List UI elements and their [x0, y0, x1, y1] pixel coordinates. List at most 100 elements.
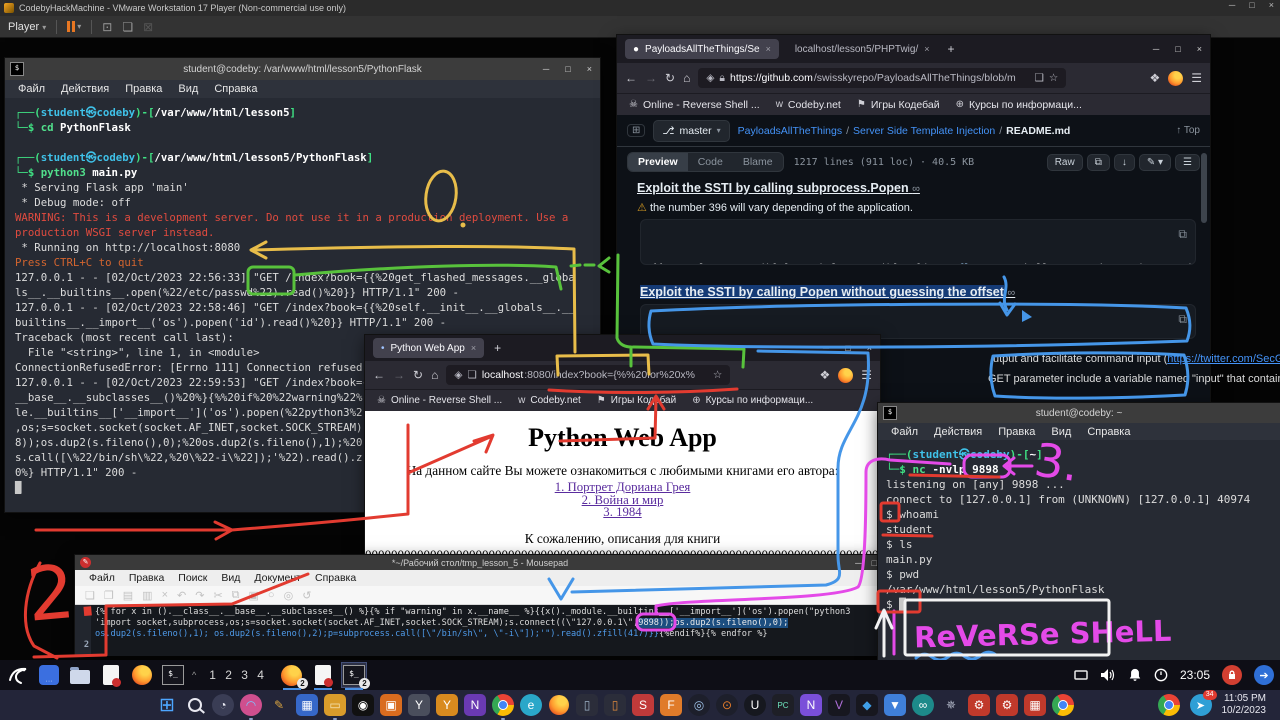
- mousepad-launcher-icon[interactable]: [99, 663, 123, 687]
- firefox-launcher-icon[interactable]: [130, 663, 154, 687]
- menu-item[interactable]: Справка: [1080, 426, 1137, 438]
- firefox-icon[interactable]: [548, 694, 570, 716]
- tab-preview[interactable]: Preview: [628, 153, 688, 171]
- pycharm-icon[interactable]: PC: [772, 694, 794, 716]
- blender-icon[interactable]: ⊙: [716, 694, 738, 716]
- pen-icon[interactable]: ✎: [268, 694, 290, 716]
- taskbutton-firefox[interactable]: 2: [280, 663, 304, 687]
- phone-orange-icon[interactable]: ▯: [604, 694, 626, 716]
- windows-clock[interactable]: 11:05 PM 10/2/2023: [1222, 693, 1267, 717]
- screenlock-icon[interactable]: [1222, 665, 1242, 685]
- bookmark-star-icon[interactable]: ☆: [713, 369, 722, 381]
- start-button[interactable]: ⊞: [156, 694, 178, 716]
- taskbutton-terminal[interactable]: $_2: [342, 663, 366, 687]
- url-bar[interactable]: ◈ ❏ localhost:8080/index?book={%%20for%2…: [446, 365, 730, 385]
- vscode-icon[interactable]: ◆: [856, 694, 878, 716]
- edge-icon[interactable]: e: [520, 694, 542, 716]
- book-link[interactable]: 1. Портрет Дориана Грея: [365, 481, 880, 494]
- outline-icon[interactable]: ☰: [1175, 154, 1200, 171]
- menu-item[interactable]: Правка: [123, 572, 170, 584]
- copy-icon[interactable]: ⧉: [1178, 226, 1187, 243]
- right-terminal-body[interactable]: ┌──(student㉿codeby)-[~]└─$ nc -nvlp 9898…: [878, 440, 1280, 667]
- new-tab-button[interactable]: +: [948, 42, 955, 56]
- menu-item[interactable]: Вид: [215, 572, 246, 584]
- top-link[interactable]: ↑ Top: [1176, 125, 1200, 136]
- menu-icon[interactable]: ☰: [1191, 71, 1202, 85]
- kali-menu-icon[interactable]: [6, 663, 30, 687]
- star-icon[interactable]: ✵: [940, 694, 962, 716]
- breadcrumb-repo[interactable]: PayloadsAllTheThings: [738, 125, 842, 137]
- visualstudio-icon[interactable]: V: [828, 694, 850, 716]
- scrollbar[interactable]: [1201, 153, 1207, 223]
- vm-maximize-button[interactable]: □: [1249, 0, 1254, 10]
- volume-icon[interactable]: [1100, 668, 1116, 682]
- menu-item[interactable]: Файл: [11, 83, 52, 95]
- calendar-icon[interactable]: ▦: [296, 694, 318, 716]
- search-icon[interactable]: [184, 694, 206, 716]
- bw-app-icon[interactable]: ◉: [352, 694, 374, 716]
- menu-icon[interactable]: ☰: [861, 368, 872, 382]
- maximize-button[interactable]: □: [1175, 44, 1180, 54]
- maximize-button[interactable]: □: [565, 64, 570, 74]
- maximize-button[interactable]: □: [845, 343, 850, 353]
- right-terminal-titlebar[interactable]: $ student@codeby: ~: [878, 403, 1280, 423]
- n-purple-icon[interactable]: N: [800, 694, 822, 716]
- menu-item[interactable]: Справка: [207, 83, 264, 95]
- vm-close-button[interactable]: ×: [1269, 0, 1274, 10]
- power-icon[interactable]: [1154, 668, 1168, 682]
- workspace-switcher[interactable]: 1 2 3 4: [209, 668, 267, 682]
- minimize-button[interactable]: ─: [1153, 44, 1159, 54]
- heading-subprocess-popen[interactable]: Exploit the SSTI by calling subprocess.P…: [637, 181, 920, 195]
- minimize-button[interactable]: ─: [543, 64, 549, 74]
- menu-item[interactable]: Действия: [54, 83, 116, 95]
- maps-icon[interactable]: ▼: [884, 694, 906, 716]
- new-tab-button[interactable]: +: [494, 341, 501, 355]
- tab-payloadsallthethings[interactable]: ● PayloadsAllTheThings/Se×: [625, 39, 779, 59]
- taskbutton-mousepad[interactable]: [311, 663, 335, 687]
- tab-close-icon[interactable]: ×: [471, 343, 476, 353]
- terminal-launcher-icon[interactable]: $_: [161, 663, 185, 687]
- y-app-icon[interactable]: Y: [408, 694, 430, 716]
- chrome-tray-icon[interactable]: [1158, 694, 1180, 716]
- bookmark-item[interactable]: ⚑Игры Кодебай: [857, 99, 940, 111]
- window-list-icon[interactable]: [1074, 669, 1088, 681]
- close-button[interactable]: ×: [587, 64, 592, 74]
- edit-icon[interactable]: ✎ ▾: [1139, 154, 1171, 171]
- f-orange-icon[interactable]: F: [660, 694, 682, 716]
- bookmark-item[interactable]: ⊕Курсы по информаци...: [956, 99, 1082, 111]
- bookmark-item[interactable]: ☠Online - Reverse Shell ...: [377, 395, 502, 406]
- tab-blame[interactable]: Blame: [733, 153, 783, 171]
- bookmark-item[interactable]: wCodeby.net: [518, 395, 581, 406]
- minimize-button[interactable]: ─: [855, 558, 861, 568]
- explorer-icon[interactable]: ▭: [324, 694, 346, 716]
- chrome2-icon[interactable]: [1052, 694, 1074, 716]
- chrome-icon[interactable]: [492, 694, 514, 716]
- extensions-icon[interactable]: ❖: [1149, 71, 1160, 85]
- raw-button[interactable]: Raw: [1047, 154, 1083, 171]
- telegram-icon[interactable]: ➤34: [1190, 694, 1212, 716]
- ctrl-alt-del-icon[interactable]: ⊡: [102, 20, 112, 34]
- copy-icon[interactable]: ⧉: [1178, 311, 1187, 328]
- close-button[interactable]: ×: [1197, 44, 1202, 54]
- red-gear2-icon[interactable]: ⚙: [996, 694, 1018, 716]
- reload-icon[interactable]: ↻: [413, 368, 423, 382]
- menu-item[interactable]: Справка: [309, 572, 362, 584]
- book-link[interactable]: 3. 1984: [365, 506, 880, 519]
- url-bar[interactable]: ◈ 🔒︎ https://github.com/swisskyrepo/Payl…: [698, 68, 1066, 88]
- tab-close-icon[interactable]: ×: [766, 44, 771, 54]
- firefox-account-icon[interactable]: [1168, 71, 1183, 86]
- download-icon[interactable]: ↓: [1114, 154, 1135, 171]
- maximize-button[interactable]: □: [872, 558, 877, 568]
- tab-python-web-app[interactable]: • Python Web App×: [373, 338, 484, 358]
- forward-icon[interactable]: →: [393, 368, 405, 382]
- mousepad-titlebar[interactable]: ✎ *~/Рабочий стол/tmp_lesson_5 - Mousepa…: [75, 555, 885, 570]
- panel-expand-icon[interactable]: ^: [192, 670, 196, 680]
- phone-dark-icon[interactable]: ▯: [576, 694, 598, 716]
- bookmark-item[interactable]: ☠Online - Reverse Shell ...: [629, 99, 760, 111]
- tab-code[interactable]: Code: [688, 153, 733, 171]
- close-button[interactable]: ×: [867, 343, 872, 353]
- menu-item[interactable]: Вид: [1044, 426, 1078, 438]
- back-icon[interactable]: ←: [373, 368, 385, 382]
- reader-icon[interactable]: ❑: [1034, 72, 1043, 84]
- extensions-icon[interactable]: ❖: [819, 368, 830, 382]
